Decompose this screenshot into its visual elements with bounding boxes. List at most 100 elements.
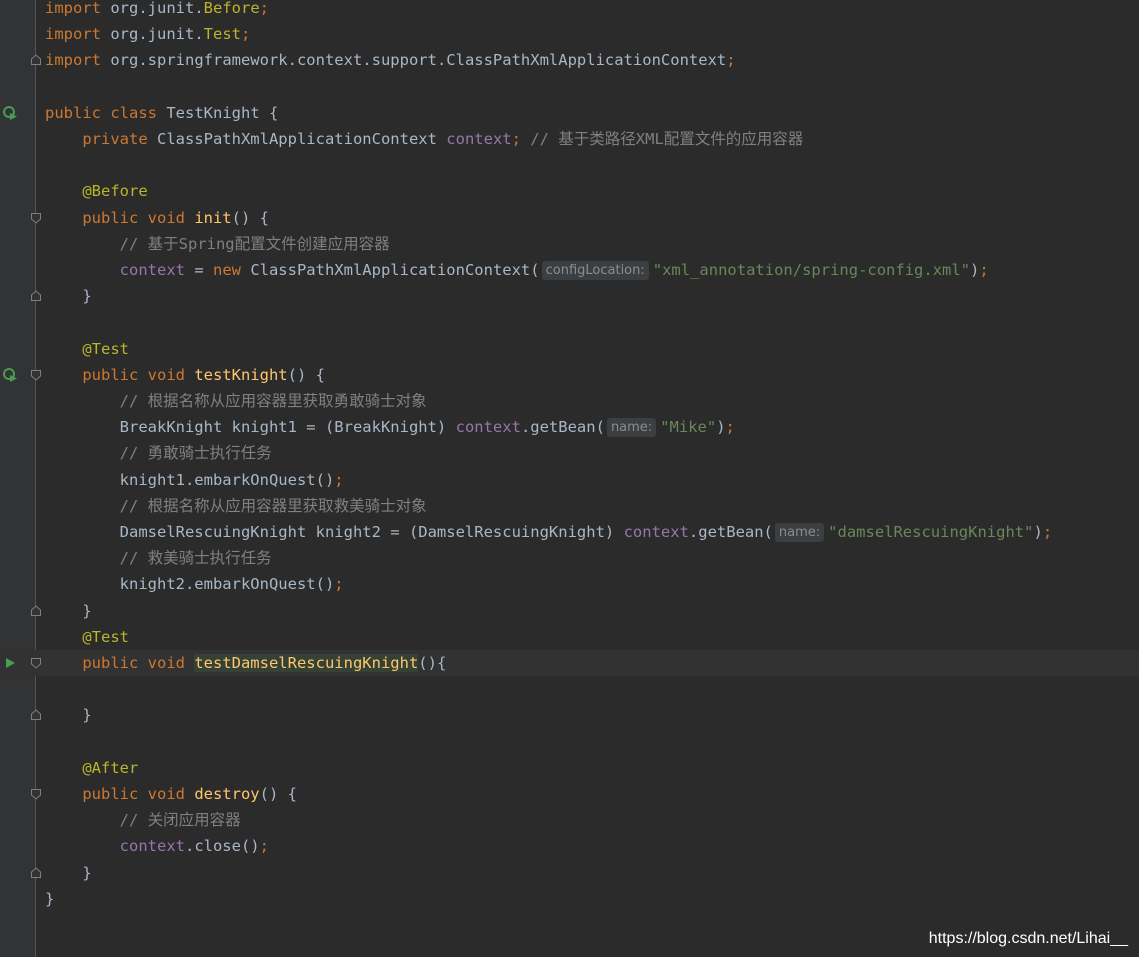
code-token: public void (82, 654, 195, 672)
code-text[interactable]: context.close(); (45, 833, 269, 859)
code-text[interactable]: public void testKnight() { (45, 362, 325, 388)
code-line[interactable]: knight1.embarkOnQuest(); (0, 467, 1139, 493)
code-line[interactable] (0, 152, 1139, 178)
code-token: @Test (82, 627, 129, 646)
code-line[interactable]: @After (0, 755, 1139, 781)
code-text[interactable]: private ClassPathXmlApplicationContext c… (45, 126, 803, 152)
code-line[interactable]: // 救美骑士执行任务 (0, 545, 1139, 571)
code-text[interactable]: @Before (45, 178, 147, 204)
code-line[interactable]: // 关闭应用容器 (0, 807, 1139, 833)
code-line[interactable]: context = new ClassPathXmlApplicationCon… (0, 257, 1139, 283)
code-text[interactable]: knight2.embarkOnQuest(); (45, 571, 344, 597)
parameter-hint: configLocation: (541, 261, 649, 280)
code-text[interactable]: public class TestKnight { (45, 100, 278, 126)
code-token: .getBean( (688, 523, 773, 541)
fold-collapse-icon[interactable] (30, 788, 42, 800)
code-token: ; (259, 0, 269, 17)
code-line[interactable]: DamselRescuingKnight knight2 = (DamselRe… (0, 519, 1139, 545)
code-text[interactable]: // 根据名称从应用容器里获取救美骑士对象 (45, 493, 427, 519)
code-text[interactable]: context = new ClassPathXmlApplicationCon… (45, 257, 989, 283)
code-line[interactable]: } (0, 283, 1139, 309)
code-text[interactable]: // 根据名称从应用容器里获取勇敢骑士对象 (45, 388, 427, 414)
code-line[interactable]: } (0, 886, 1139, 912)
code-line[interactable]: @Test (0, 624, 1139, 650)
code-line[interactable]: import org.springframework.context.suppo… (0, 47, 1139, 73)
code-token: context (446, 130, 512, 148)
code-text[interactable]: // 关闭应用容器 (45, 807, 241, 833)
code-text[interactable]: public void testDamselRescuingKnight(){ (45, 650, 446, 676)
code-text[interactable]: knight1.embarkOnQuest(); (45, 467, 344, 493)
code-text[interactable]: } (45, 283, 92, 309)
code-token: } (45, 287, 92, 306)
code-line[interactable]: private ClassPathXmlApplicationContext c… (0, 126, 1139, 152)
code-text[interactable]: } (45, 598, 91, 624)
code-editor[interactable]: import org.junit.Before; import org.junit… (0, 0, 1139, 957)
code-token: public void (82, 365, 195, 384)
code-token: // 根据名称从应用容器里获取勇敢骑士对象 (119, 392, 427, 410)
code-line[interactable]: } (0, 598, 1139, 624)
code-text[interactable]: public void init() { (45, 205, 269, 231)
code-text[interactable]: import org.junit.Test; (45, 21, 250, 47)
code-line[interactable]: @Before (0, 178, 1139, 204)
code-line[interactable]: public void testDamselRescuingKnight(){ (0, 650, 1139, 676)
fold-end-icon[interactable] (30, 54, 42, 66)
code-line[interactable]: knight2.embarkOnQuest(); (0, 571, 1139, 597)
code-token: .close() (184, 837, 260, 856)
run-tests-icon[interactable] (1, 104, 19, 122)
fold-end-icon[interactable] (30, 290, 42, 302)
code-text[interactable]: } (45, 860, 91, 886)
code-text[interactable]: import org.springframework.context.suppo… (45, 47, 736, 73)
run-tests-icon[interactable] (1, 366, 19, 384)
code-line[interactable]: } (0, 860, 1139, 886)
code-line[interactable] (0, 309, 1139, 335)
code-token: knight2.embarkOnQuest() (45, 575, 335, 594)
code-text[interactable]: // 基于Spring配置文件创建应用容器 (45, 231, 390, 257)
code-token: public void (82, 208, 195, 227)
fold-collapse-icon[interactable] (30, 212, 42, 224)
run-test-icon[interactable] (1, 654, 19, 672)
code-text[interactable]: @Test (45, 336, 129, 362)
fold-collapse-icon[interactable] (30, 369, 42, 381)
code-line[interactable]: // 基于Spring配置文件创建应用容器 (0, 231, 1139, 257)
code-token: } (45, 706, 92, 725)
code-text[interactable]: } (45, 886, 54, 912)
code-line[interactable]: // 根据名称从应用容器里获取救美骑士对象 (0, 493, 1139, 519)
code-text[interactable]: @Test (45, 624, 129, 650)
code-line[interactable]: public void testKnight() { (0, 362, 1139, 388)
code-text[interactable]: // 救美骑士执行任务 (45, 545, 272, 571)
code-text[interactable]: } (45, 702, 92, 728)
code-text[interactable]: BreakKnight knight1 = (BreakKnight) cont… (45, 414, 735, 440)
code-token: (){ (418, 654, 447, 672)
code-line[interactable]: public void init() { (0, 205, 1139, 231)
fold-end-icon[interactable] (30, 604, 42, 617)
code-line[interactable]: context.close(); (0, 833, 1139, 859)
code-line[interactable]: public class TestKnight { (0, 100, 1139, 126)
code-token: .getBean( (520, 418, 605, 437)
code-line[interactable]: } (0, 702, 1139, 728)
code-line[interactable]: // 勇敢骑士执行任务 (0, 440, 1139, 466)
code-text[interactable]: // 勇敢骑士执行任务 (45, 440, 272, 466)
fold-collapse-icon[interactable] (30, 657, 42, 669)
code-line[interactable]: public void destroy() { (0, 781, 1139, 807)
code-line[interactable]: BreakKnight knight1 = (BreakKnight) cont… (0, 414, 1139, 440)
code-line[interactable]: import org.junit.Before; (0, 0, 1139, 21)
code-text[interactable]: import org.junit.Before; (45, 0, 269, 21)
code-text[interactable]: public void destroy() { (45, 781, 297, 807)
fold-end-icon[interactable] (30, 709, 42, 721)
code-token: context (119, 837, 185, 856)
code-line[interactable] (0, 729, 1139, 755)
code-line[interactable] (0, 676, 1139, 702)
fold-end-icon[interactable] (30, 866, 42, 879)
code-line[interactable] (0, 74, 1139, 100)
code-line[interactable]: import org.junit.Test; (0, 21, 1139, 47)
code-text[interactable]: @After (45, 755, 138, 781)
code-line[interactable]: // 根据名称从应用容器里获取勇敢骑士对象 (0, 388, 1139, 414)
code-line[interactable]: @Test (0, 336, 1139, 362)
code-text[interactable]: DamselRescuingKnight knight2 = (DamselRe… (45, 519, 1052, 545)
code-token: "xml_annotation/spring-config.xml" (652, 261, 971, 279)
